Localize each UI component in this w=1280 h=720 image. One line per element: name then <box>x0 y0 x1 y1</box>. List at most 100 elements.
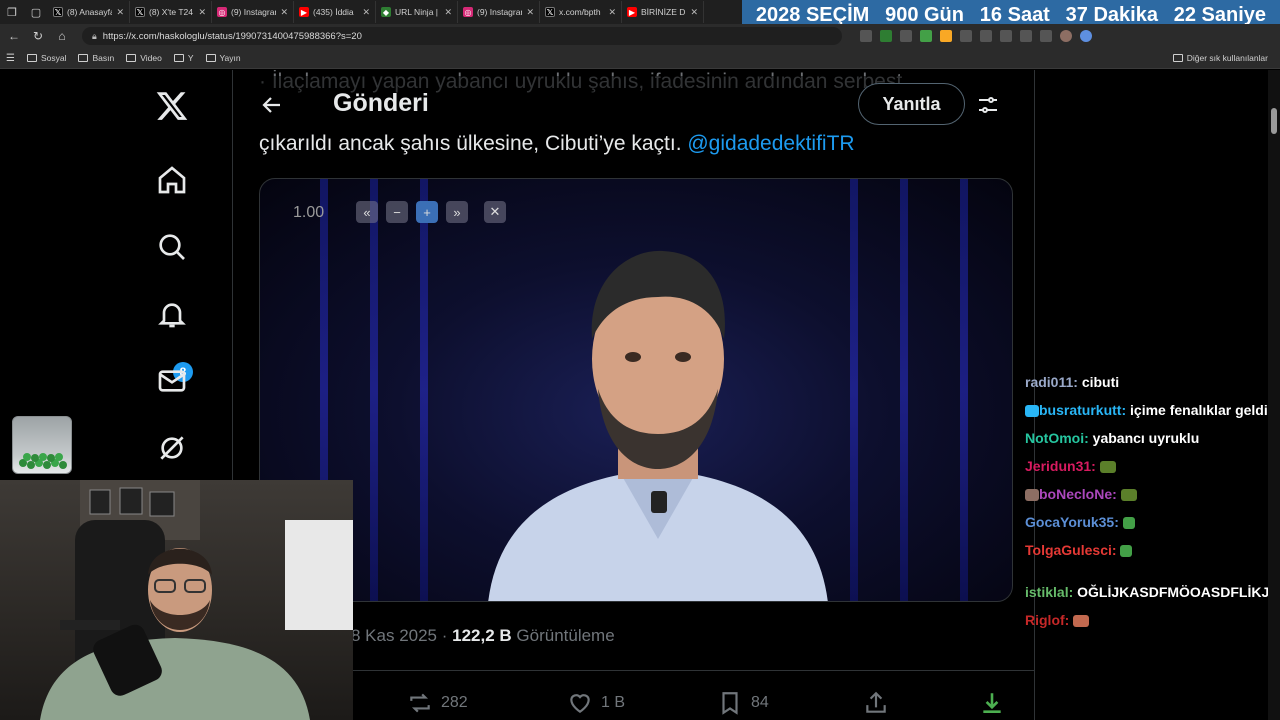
minus-icon[interactable]: − <box>386 201 408 223</box>
extension-icon[interactable] <box>920 30 932 42</box>
search-icon[interactable] <box>152 227 192 267</box>
bookmark-folder[interactable]: Video <box>126 53 162 63</box>
copilot-icon[interactable] <box>1080 30 1092 42</box>
browser-tab[interactable]: ◎ (9) Instagram ✕ <box>212 1 294 23</box>
close-tab-icon[interactable]: ✕ <box>116 7 124 18</box>
bookmark-folder[interactable]: Y <box>173 53 194 63</box>
address-bar[interactable]: 🔒︎ https://x.com/haskologlu/status/19907… <box>82 27 842 45</box>
bookmark-label: Diğer sık kullanılanlar <box>1186 53 1268 63</box>
extension-icon[interactable] <box>860 30 872 42</box>
instagram-logo-icon: ◎ <box>463 7 473 17</box>
jar-overlay-image <box>12 416 72 474</box>
video-player[interactable]: 1.00 « − + » ✕ <box>259 178 1013 602</box>
meta-divider <box>233 670 1034 671</box>
download-icon <box>983 693 1001 713</box>
url-text: https://x.com/haskologlu/status/19907314… <box>102 30 362 42</box>
bookmark-folder[interactable]: Sosyal <box>26 53 66 63</box>
chat-message: istiklal: OĞLİJKASDFMÖOASDFLİKJ <box>1025 582 1275 602</box>
scrollbar-thumb[interactable] <box>1271 108 1277 134</box>
like-button[interactable]: 1 B <box>567 690 625 716</box>
home-icon[interactable]: ⌂ <box>54 28 70 44</box>
workspaces-icon[interactable]: ❐ <box>0 0 24 24</box>
back-arrow-icon[interactable] <box>257 90 287 120</box>
reload-icon[interactable]: ↻ <box>30 28 46 44</box>
close-tab-icon[interactable]: ✕ <box>198 7 206 18</box>
bookmark-folder[interactable]: Yayın <box>205 53 241 63</box>
close-tab-icon[interactable]: ✕ <box>444 7 452 18</box>
extension-icon[interactable] <box>900 30 912 42</box>
post-meta: 8 Kas 2025 · 122,2 B Görüntüleme <box>351 626 615 646</box>
extension-icon[interactable] <box>940 30 952 42</box>
browser-tab[interactable]: 𝕏 (8) Anasayfa ✕ <box>48 1 130 23</box>
close-tab-icon[interactable]: ✕ <box>362 7 370 18</box>
share-button[interactable] <box>863 690 889 716</box>
bookmark-label: Video <box>140 53 162 63</box>
extension-icons <box>860 30 1092 42</box>
extension-icon[interactable] <box>1000 30 1012 42</box>
close-icon[interactable]: ✕ <box>484 201 506 223</box>
favorites-icon[interactable] <box>1020 30 1032 42</box>
browser-tab[interactable]: ◆ URL Ninja | ✕ <box>376 1 458 23</box>
emote-icon <box>1099 461 1116 474</box>
download-button[interactable] <box>979 690 1005 716</box>
back-icon[interactable]: ← <box>6 28 22 44</box>
close-tab-icon[interactable]: ✕ <box>280 7 288 18</box>
chat-message: radi011: cibuti <box>1025 372 1275 392</box>
bookmark-label: Basın <box>92 53 115 63</box>
x-logo-icon[interactable] <box>152 86 192 126</box>
views-label: Görüntüleme <box>511 626 615 645</box>
avatar[interactable] <box>1060 30 1072 42</box>
repost-icon <box>410 693 430 713</box>
chat-username: Jeridun31: <box>1025 458 1096 474</box>
tab-title: BİRİNİZE DE <box>641 7 687 17</box>
bookmark-button[interactable]: 84 <box>717 690 769 716</box>
chat-username: TolgaGulesci: <box>1025 542 1117 558</box>
reading-list-icon[interactable]: ☰ <box>6 53 15 64</box>
repost-button[interactable]: 282 <box>407 690 468 716</box>
browser-tab[interactable]: ▶ BİRİNİZE DE ✕ <box>622 1 704 23</box>
tab-actions-icon[interactable]: ▢ <box>24 0 48 24</box>
chat-username: radi011: <box>1025 374 1078 390</box>
folder-icon <box>78 54 89 62</box>
reply-button[interactable]: Yanıtla <box>858 83 965 125</box>
chat-username: GocaYoruk35: <box>1025 514 1119 530</box>
close-tab-icon[interactable]: ✕ <box>608 7 616 18</box>
grok-icon[interactable] <box>152 428 192 468</box>
emote-icon <box>1120 545 1133 558</box>
mention-link[interactable]: @gidadedektifiTR <box>687 132 854 155</box>
curtain-stripe <box>900 179 908 601</box>
notifications-bell-icon[interactable] <box>152 294 192 334</box>
chat-message: Riglof: <box>1025 610 1275 630</box>
collections-icon[interactable] <box>1040 30 1052 42</box>
post-detail-column: · İlaçlamayı yapan yabancı uyruklu şahıs… <box>233 70 1034 720</box>
plus-icon[interactable]: + <box>416 201 438 223</box>
emote-icon <box>1120 489 1137 502</box>
x-logo-icon: 𝕏 <box>53 7 63 17</box>
views-count: 122,2 B <box>452 626 512 645</box>
filter-settings-icon[interactable] <box>973 90 1003 120</box>
tab-title: (9) Instagram <box>231 7 276 17</box>
page-scrollbar[interactable] <box>1268 70 1280 720</box>
extension-icon[interactable] <box>880 30 892 42</box>
close-tab-icon[interactable]: ✕ <box>526 7 534 18</box>
chat-username: NotOmoi: <box>1025 430 1089 446</box>
bookmark-folder[interactable]: Basın <box>78 53 114 63</box>
post-date[interactable]: 8 Kas 2025 <box>351 626 437 645</box>
tab-title: URL Ninja | <box>395 7 438 17</box>
folder-icon <box>1172 54 1183 62</box>
browser-tab[interactable]: ◎ (9) Instagram ✕ <box>458 1 540 23</box>
faster-icon[interactable]: » <box>446 201 468 223</box>
extension-icon[interactable] <box>980 30 992 42</box>
messages-icon[interactable] <box>152 361 192 401</box>
other-bookmarks-folder[interactable]: Diğer sık kullanılanlar <box>1172 53 1268 63</box>
browser-tab[interactable]: 𝕏 (8) X'te T24 ✕ <box>130 1 212 23</box>
browser-tab[interactable]: 𝕏 x.com/bpth ✕ <box>540 1 622 23</box>
extension-icon[interactable] <box>960 30 972 42</box>
folder-icon <box>173 54 184 62</box>
emote-icon <box>1073 615 1090 628</box>
close-tab-icon[interactable]: ✕ <box>690 7 698 18</box>
home-icon[interactable] <box>152 160 192 200</box>
instagram-logo-icon: ◎ <box>217 7 227 17</box>
browser-tab[interactable]: ▶ (435) İddia ✕ <box>294 1 376 23</box>
slower-icon[interactable]: « <box>356 201 378 223</box>
